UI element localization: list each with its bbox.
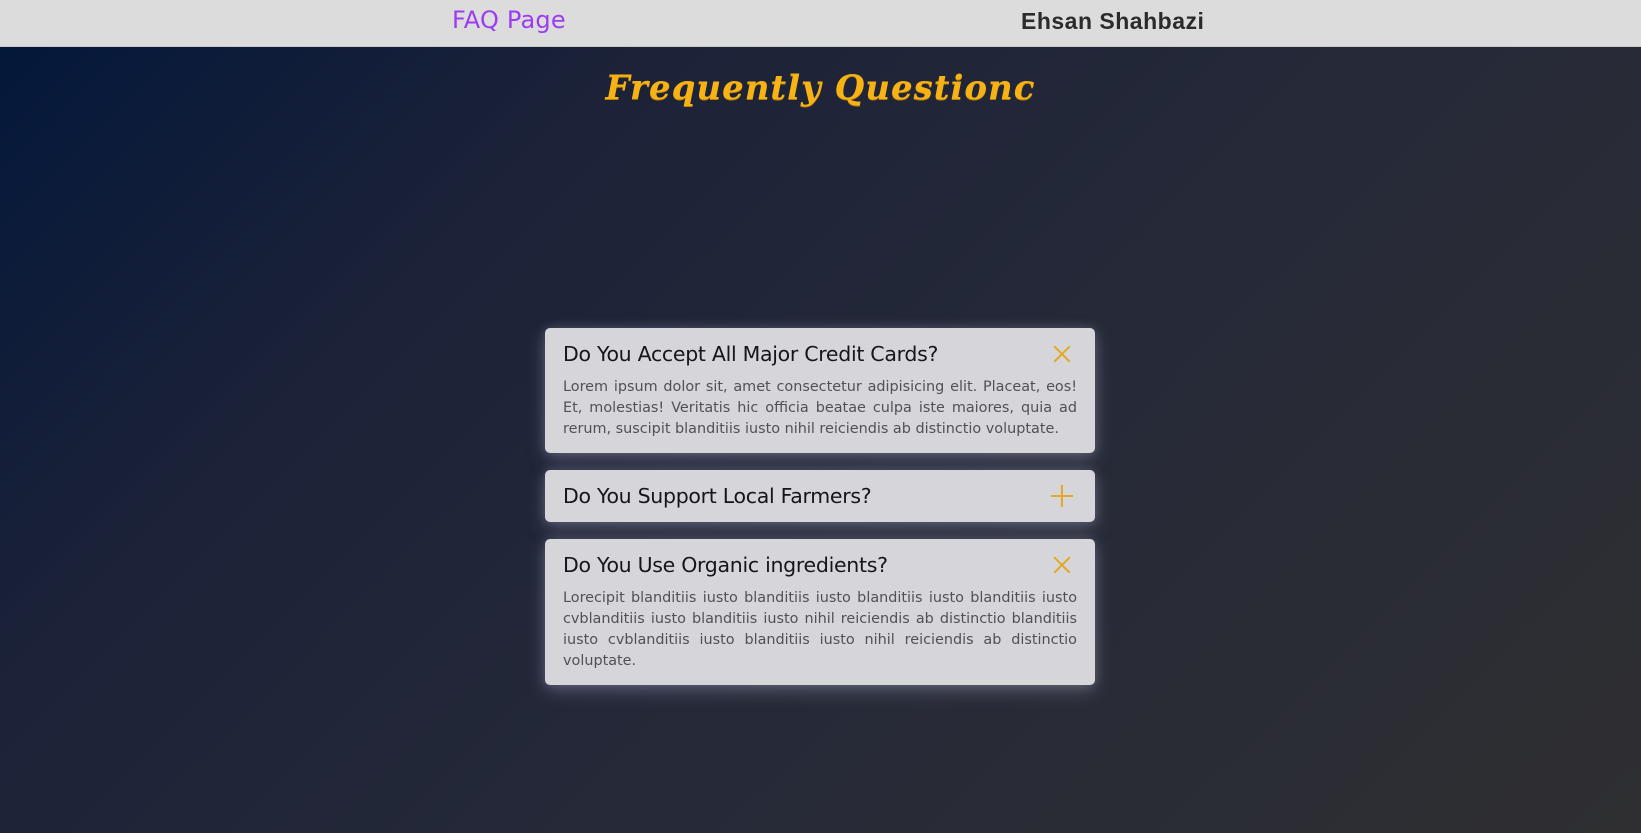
author-name: Ehsan Shahbazi [1021,8,1205,34]
page-title: Frequently Questionc [605,68,1036,108]
faq-answer-text: Lorecipit blanditiis iusto blanditiis iu… [563,590,1077,669]
top-navbar: FAQ Page Ehsan Shahbazi [0,0,1641,47]
close-icon[interactable] [1051,554,1073,576]
close-icon[interactable] [1051,343,1073,365]
faq-item: Do You Use Organic ingredients? Lorecipi… [545,539,1095,685]
faq-question-text: Do You Accept All Major Credit Cards? [563,342,939,366]
faq-question-toggle[interactable]: Do You Accept All Major Credit Cards? [563,328,1077,380]
faq-question-text: Do You Support Local Farmers? [563,484,872,508]
brand-link[interactable]: FAQ Page [452,6,566,34]
faq-question-toggle[interactable]: Do You Use Organic ingredients? [563,539,1077,591]
faq-answer-text: Lorem ipsum dolor sit, amet consectetur … [563,379,1077,437]
plus-icon[interactable] [1051,484,1073,507]
faq-item: Do You Support Local Farmers? [545,470,1095,522]
faq-item: Do You Accept All Major Credit Cards? Lo… [545,328,1095,453]
faq-list: Do You Accept All Major Credit Cards? Lo… [545,328,1095,702]
faq-question-toggle[interactable]: Do You Support Local Farmers? [563,470,1077,522]
faq-question-text: Do You Use Organic ingredients? [563,553,888,577]
